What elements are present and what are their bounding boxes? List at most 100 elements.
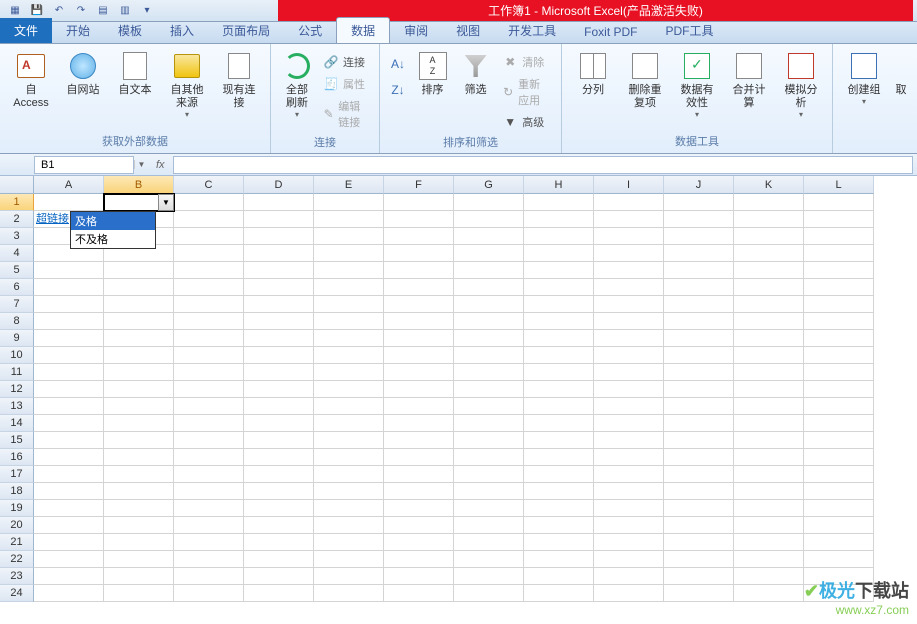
cell[interactable] — [314, 500, 384, 517]
cell[interactable] — [314, 228, 384, 245]
cell[interactable] — [594, 398, 664, 415]
cell[interactable] — [244, 585, 314, 602]
cell[interactable] — [664, 262, 734, 279]
cell[interactable] — [594, 534, 664, 551]
whatif-button[interactable]: 模拟分析▾ — [776, 48, 826, 122]
cell[interactable] — [384, 500, 454, 517]
cell[interactable] — [34, 432, 104, 449]
tab-review[interactable]: 审阅 — [390, 18, 442, 43]
cell[interactable] — [594, 347, 664, 364]
save-icon[interactable]: 💾 — [28, 2, 46, 20]
cell[interactable] — [524, 279, 594, 296]
cell[interactable] — [384, 245, 454, 262]
cell[interactable] — [524, 568, 594, 585]
cell[interactable] — [454, 432, 524, 449]
cell[interactable] — [594, 245, 664, 262]
cell[interactable] — [384, 262, 454, 279]
cell[interactable] — [104, 466, 174, 483]
cell[interactable] — [804, 381, 874, 398]
cell[interactable] — [384, 568, 454, 585]
validation-option[interactable]: 及格 — [71, 212, 155, 230]
cell[interactable] — [804, 262, 874, 279]
cell[interactable] — [104, 449, 174, 466]
cell[interactable] — [104, 483, 174, 500]
cell[interactable] — [734, 313, 804, 330]
column-header[interactable]: I — [594, 176, 664, 194]
cell[interactable] — [664, 551, 734, 568]
name-box-dropdown[interactable]: ▼ — [134, 160, 148, 169]
cell[interactable] — [454, 381, 524, 398]
cell[interactable] — [314, 551, 384, 568]
connections-button[interactable]: 🔗连接 — [319, 52, 373, 72]
from-web-button[interactable]: 自网站 — [58, 48, 108, 99]
data-validation-button[interactable]: 数据有效性▾ — [672, 48, 722, 122]
cell[interactable] — [244, 517, 314, 534]
cell[interactable] — [734, 398, 804, 415]
cell[interactable] — [454, 466, 524, 483]
cell[interactable] — [104, 500, 174, 517]
sort-asc-button[interactable]: A↓ — [386, 54, 410, 74]
cell[interactable] — [664, 517, 734, 534]
cell[interactable] — [104, 517, 174, 534]
cell[interactable] — [804, 551, 874, 568]
cell[interactable] — [174, 415, 244, 432]
cell[interactable] — [104, 415, 174, 432]
cell[interactable] — [734, 194, 804, 211]
cell[interactable] — [104, 398, 174, 415]
row-header[interactable]: 13 — [0, 398, 34, 415]
cell[interactable] — [524, 347, 594, 364]
cell[interactable] — [734, 500, 804, 517]
cell[interactable] — [314, 364, 384, 381]
ungroup-button[interactable]: 取 — [891, 48, 911, 99]
advanced-filter-button[interactable]: ▼高级 — [498, 112, 555, 132]
cell[interactable] — [174, 296, 244, 313]
column-header[interactable]: C — [174, 176, 244, 194]
cell[interactable] — [734, 483, 804, 500]
cell[interactable] — [174, 466, 244, 483]
cell[interactable] — [34, 296, 104, 313]
cell[interactable] — [524, 415, 594, 432]
cell[interactable] — [384, 449, 454, 466]
cell[interactable] — [594, 432, 664, 449]
cell[interactable] — [174, 313, 244, 330]
cell[interactable] — [34, 534, 104, 551]
cell[interactable] — [734, 330, 804, 347]
row-header[interactable]: 16 — [0, 449, 34, 466]
cell[interactable] — [594, 228, 664, 245]
validation-option[interactable]: 不及格 — [71, 230, 155, 248]
cell[interactable] — [384, 483, 454, 500]
row-header[interactable]: 17 — [0, 466, 34, 483]
cell[interactable] — [804, 534, 874, 551]
tab-data[interactable]: 数据 — [336, 17, 390, 43]
cell[interactable] — [104, 585, 174, 602]
cell[interactable] — [454, 415, 524, 432]
cell[interactable] — [454, 194, 524, 211]
cell[interactable] — [314, 313, 384, 330]
cell[interactable] — [314, 330, 384, 347]
tab-pagelayout[interactable]: 页面布局 — [208, 18, 284, 43]
cell[interactable] — [524, 228, 594, 245]
tab-view[interactable]: 视图 — [442, 18, 494, 43]
qat-icon-1[interactable]: ▤ — [94, 2, 112, 20]
cell[interactable] — [804, 194, 874, 211]
cell[interactable] — [174, 534, 244, 551]
cell[interactable] — [734, 381, 804, 398]
cell[interactable] — [804, 449, 874, 466]
cell[interactable] — [524, 449, 594, 466]
cell[interactable] — [664, 500, 734, 517]
undo-icon[interactable]: ↶ — [50, 2, 68, 20]
row-header[interactable]: 19 — [0, 500, 34, 517]
cell[interactable] — [524, 466, 594, 483]
cell[interactable] — [104, 262, 174, 279]
cell[interactable] — [804, 245, 874, 262]
row-header[interactable]: 15 — [0, 432, 34, 449]
cell[interactable] — [804, 296, 874, 313]
row-header[interactable]: 6 — [0, 279, 34, 296]
cell[interactable] — [734, 279, 804, 296]
cell[interactable] — [664, 534, 734, 551]
cell[interactable] — [104, 432, 174, 449]
cell[interactable] — [244, 551, 314, 568]
cell[interactable] — [454, 296, 524, 313]
cell[interactable] — [664, 279, 734, 296]
cell[interactable] — [664, 296, 734, 313]
